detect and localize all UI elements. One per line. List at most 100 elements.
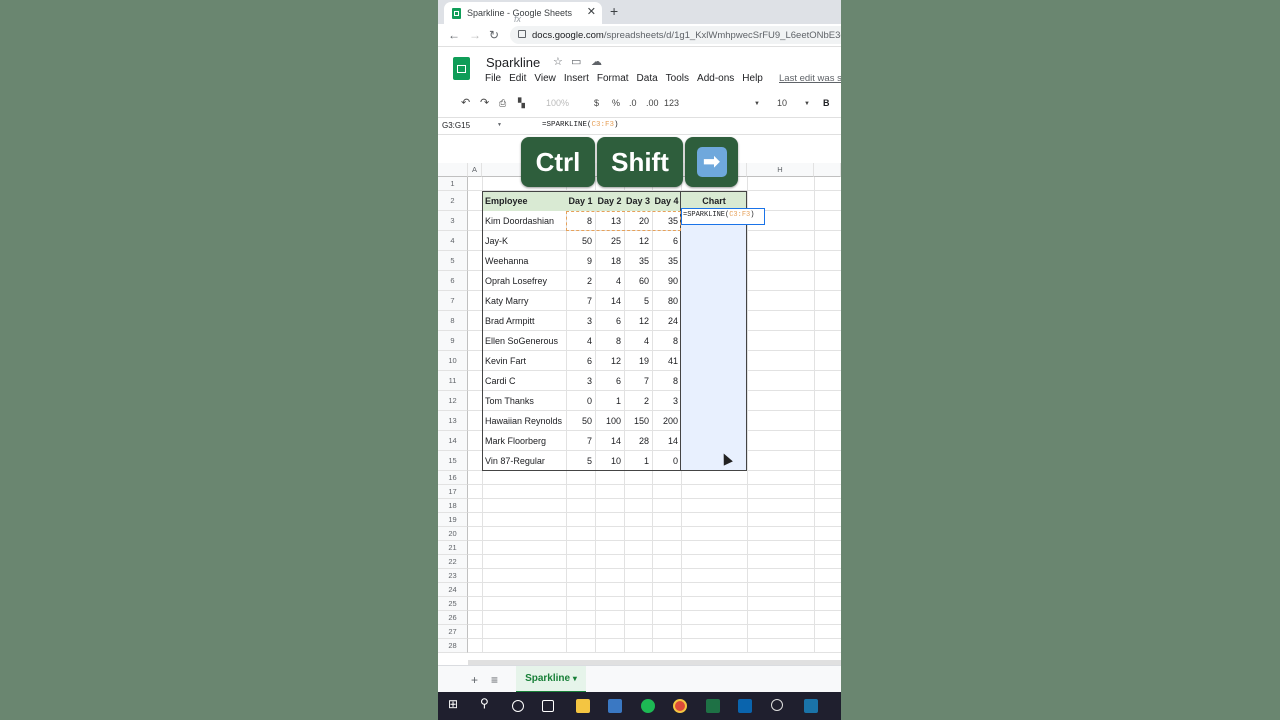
employee-cell[interactable]: Vin 87-Regular [482, 451, 566, 471]
value-cell[interactable]: 2 [624, 391, 652, 411]
column-header[interactable] [814, 163, 841, 177]
employee-cell[interactable]: Katy Marry [482, 291, 566, 311]
value-cell[interactable]: 1 [624, 451, 652, 471]
value-cell[interactable]: 6 [595, 311, 624, 331]
row-header[interactable]: 4 [438, 231, 468, 251]
value-cell[interactable]: 2 [566, 271, 595, 291]
value-cell[interactable]: 90 [652, 271, 681, 291]
column-header[interactable]: A [468, 163, 482, 177]
obs-icon[interactable] [771, 699, 783, 711]
row-header[interactable]: 1 [438, 177, 468, 191]
value-cell[interactable]: 35 [652, 211, 681, 231]
employee-cell[interactable]: Hawaiian Reynolds [482, 411, 566, 431]
value-cell[interactable]: 13 [595, 211, 624, 231]
employee-cell[interactable]: Kim Doordashian [482, 211, 566, 231]
menu-format[interactable]: Format [597, 73, 629, 84]
value-cell[interactable]: 41 [652, 351, 681, 371]
cortana-icon[interactable] [512, 700, 524, 712]
value-cell[interactable]: 10 [595, 451, 624, 471]
employee-cell[interactable]: Mark Floorberg [482, 431, 566, 451]
row-header[interactable]: 18 [438, 499, 468, 513]
row-header[interactable]: 13 [438, 411, 468, 431]
row-header[interactable]: 14 [438, 431, 468, 451]
row-header[interactable]: 23 [438, 569, 468, 583]
employee-cell[interactable]: Ellen SoGenerous [482, 331, 566, 351]
undo-icon[interactable]: ↶ [461, 96, 470, 109]
number-format-button[interactable]: 123 [664, 98, 679, 108]
row-header[interactable]: 12 [438, 391, 468, 411]
row-header[interactable]: 9 [438, 331, 468, 351]
value-cell[interactable]: 60 [624, 271, 652, 291]
table-header-cell[interactable]: Day 1 [566, 191, 595, 211]
menu-view[interactable]: View [534, 73, 556, 84]
value-cell[interactable]: 14 [652, 431, 681, 451]
row-header[interactable]: 15 [438, 451, 468, 471]
row-header[interactable]: 26 [438, 611, 468, 625]
menu-tools[interactable]: Tools [666, 73, 689, 84]
table-header-cell[interactable]: Employee [482, 191, 566, 211]
increase-decimal-button[interactable]: .00 [646, 98, 659, 108]
value-cell[interactable]: 35 [652, 251, 681, 271]
value-cell[interactable]: 0 [566, 391, 595, 411]
value-cell[interactable]: 9 [566, 251, 595, 271]
value-cell[interactable]: 7 [624, 371, 652, 391]
value-cell[interactable]: 8 [595, 331, 624, 351]
value-cell[interactable]: 12 [624, 311, 652, 331]
sheet-tab-chevron-icon[interactable]: ▾ [573, 674, 577, 683]
value-cell[interactable]: 150 [624, 411, 652, 431]
value-cell[interactable]: 8 [566, 211, 595, 231]
value-cell[interactable]: 1 [595, 391, 624, 411]
row-header[interactable]: 2 [438, 191, 468, 211]
row-header[interactable]: 7 [438, 291, 468, 311]
file-explorer-icon[interactable] [576, 699, 590, 713]
print-icon[interactable]: ⎙ [499, 98, 506, 109]
currency-button[interactable]: $ [594, 98, 599, 108]
cell-editor[interactable]: =SPARKLINE(C3:F3) [681, 208, 765, 225]
cloud-icon[interactable]: ☁ [591, 55, 602, 68]
value-cell[interactable]: 80 [652, 291, 681, 311]
chrome-icon[interactable] [673, 699, 687, 713]
table-header-cell[interactable]: Day 3 [624, 191, 652, 211]
row-header[interactable]: 24 [438, 583, 468, 597]
employee-cell[interactable]: Jay-K [482, 231, 566, 251]
font-dropdown-chevron-icon[interactable]: ▼ [754, 101, 760, 107]
new-tab-icon[interactable]: + [610, 3, 618, 19]
zoom-select[interactable]: 100% [546, 98, 569, 108]
row-header[interactable]: 21 [438, 541, 468, 555]
value-cell[interactable]: 28 [624, 431, 652, 451]
value-cell[interactable]: 35 [624, 251, 652, 271]
url-input[interactable]: docs.google.com/spreadsheets/d/1g1_KxlWm… [510, 26, 841, 44]
excel-icon[interactable] [706, 699, 720, 713]
value-cell[interactable]: 5 [624, 291, 652, 311]
sheets-logo-icon[interactable] [453, 57, 470, 80]
redo-icon[interactable]: ↷ [480, 96, 489, 109]
menu-help[interactable]: Help [742, 73, 763, 84]
forward-arrow-icon[interactable]: → [469, 28, 481, 42]
value-cell[interactable]: 12 [624, 231, 652, 251]
row-header[interactable]: 20 [438, 527, 468, 541]
font-size-select[interactable]: 10 [777, 98, 787, 108]
task-view-icon[interactable] [542, 700, 554, 712]
name-box[interactable]: G3:G15 [442, 121, 470, 130]
outlook-icon[interactable] [738, 699, 752, 713]
select-all-corner[interactable] [438, 163, 468, 177]
employee-cell[interactable]: Weehanna [482, 251, 566, 271]
value-cell[interactable]: 3 [566, 311, 595, 331]
decrease-decimal-button[interactable]: .0 [629, 98, 637, 108]
value-cell[interactable]: 12 [595, 351, 624, 371]
windows-start-icon[interactable]: ⊞ [448, 697, 462, 711]
all-sheets-icon[interactable]: ≡ [491, 673, 498, 687]
employee-cell[interactable]: Brad Armpitt [482, 311, 566, 331]
value-cell[interactable]: 7 [566, 431, 595, 451]
value-cell[interactable]: 8 [652, 371, 681, 391]
sheet-tab-sparkline[interactable]: Sparkline ▾ [516, 666, 586, 693]
value-cell[interactable]: 0 [652, 451, 681, 471]
browser-tab[interactable]: Sparkline - Google Sheets ✕ [444, 2, 602, 24]
value-cell[interactable]: 8 [652, 331, 681, 351]
value-cell[interactable]: 4 [595, 271, 624, 291]
row-header[interactable]: 8 [438, 311, 468, 331]
value-cell[interactable]: 4 [566, 331, 595, 351]
value-cell[interactable]: 6 [652, 231, 681, 251]
value-cell[interactable]: 100 [595, 411, 624, 431]
value-cell[interactable]: 25 [595, 231, 624, 251]
